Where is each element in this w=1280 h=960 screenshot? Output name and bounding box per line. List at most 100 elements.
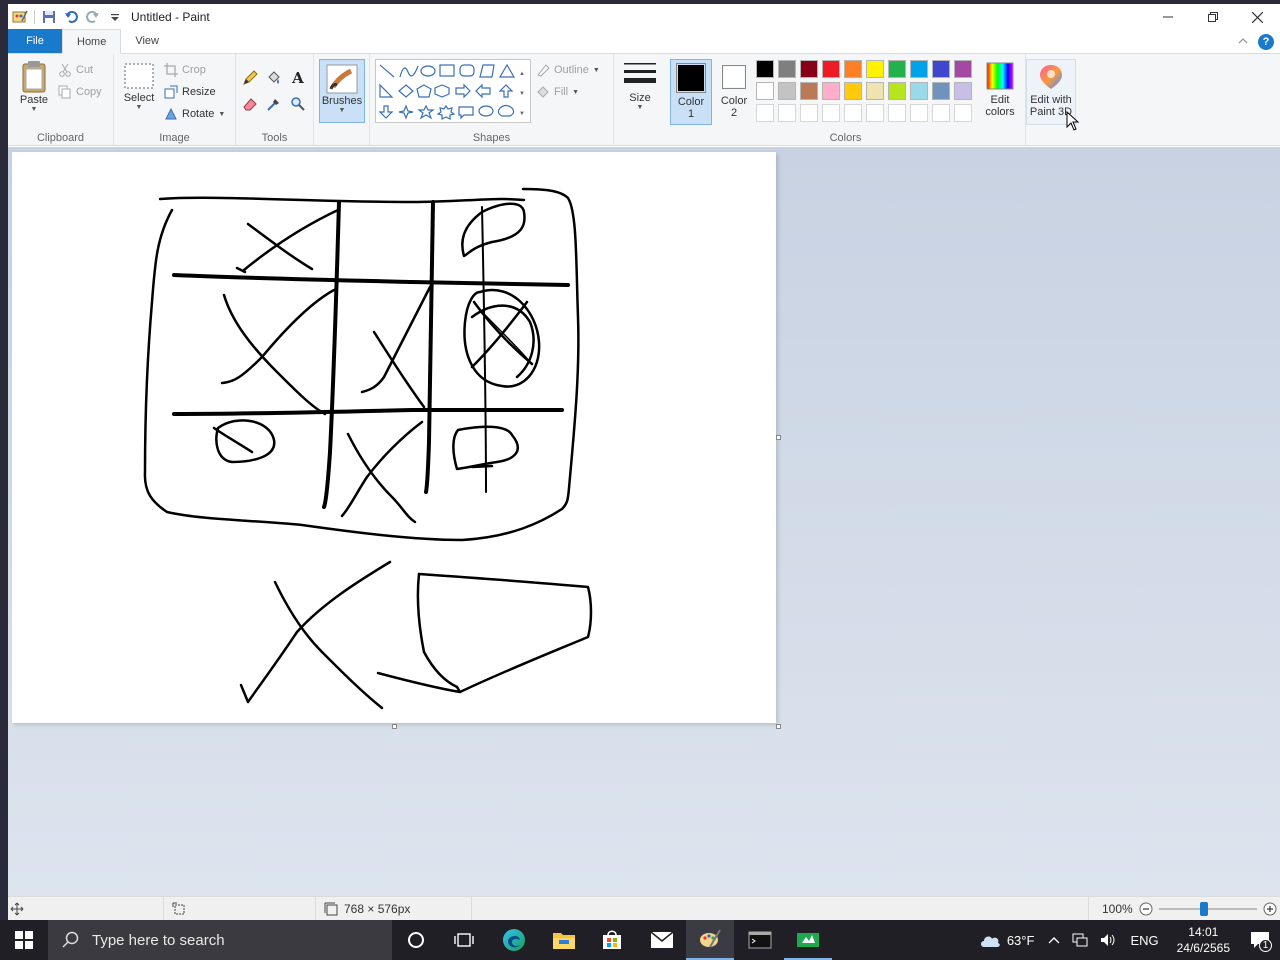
volume-icon[interactable]	[1100, 933, 1116, 947]
palette-swatch[interactable]	[778, 60, 796, 78]
palette-swatch[interactable]	[888, 82, 906, 100]
palette-swatch[interactable]	[954, 82, 972, 100]
palette-swatch-empty[interactable]	[822, 104, 840, 122]
tab-view[interactable]: View	[121, 29, 173, 53]
shapes-gallery[interactable]	[375, 59, 531, 123]
taskbar-store[interactable]	[588, 920, 636, 960]
color1-number: 1	[687, 108, 695, 120]
tab-file[interactable]: File	[8, 29, 62, 53]
rotate-button[interactable]: Rotate ▼	[164, 104, 225, 124]
palette-swatch[interactable]	[822, 82, 840, 100]
resize-handle-bottom[interactable]	[392, 724, 397, 729]
taskbar-edge[interactable]	[490, 920, 538, 960]
minimize-icon[interactable]	[1145, 4, 1190, 30]
palette-swatch[interactable]	[932, 82, 950, 100]
taskbar-paint[interactable]	[686, 920, 734, 960]
notification-center-button[interactable]: 1	[1240, 920, 1280, 960]
taskbar-app[interactable]	[784, 920, 832, 960]
palette-swatch-empty[interactable]	[910, 104, 928, 122]
palette-swatch[interactable]	[844, 60, 862, 78]
select-button[interactable]: Select ▼	[122, 62, 156, 111]
palette-swatch[interactable]	[910, 82, 928, 100]
edit-colors-button[interactable]: Edit colors	[978, 62, 1022, 118]
palette-swatch-empty[interactable]	[800, 104, 818, 122]
palette-swatch[interactable]	[800, 60, 818, 78]
stroke-x1b	[235, 208, 340, 274]
undo-icon[interactable]	[63, 9, 79, 25]
palette-swatch[interactable]	[800, 82, 818, 100]
palette-swatch-empty[interactable]	[844, 104, 862, 122]
eraser-icon[interactable]	[240, 94, 260, 114]
palette-swatch[interactable]	[888, 60, 906, 78]
paste-button[interactable]: Paste ▼	[18, 60, 50, 113]
palette-swatch[interactable]	[756, 82, 774, 100]
zoom-slider-thumb[interactable]	[1199, 902, 1208, 916]
save-icon[interactable]	[41, 9, 57, 25]
text-icon[interactable]: A	[288, 68, 308, 88]
weather-widget[interactable]: 63°F	[971, 932, 1043, 948]
zoom-slider[interactable]	[1158, 902, 1257, 916]
cortana-button[interactable]	[392, 920, 440, 960]
resize-handle-corner[interactable]	[776, 724, 781, 729]
palette-swatch-empty[interactable]	[866, 104, 884, 122]
zoom-out-icon[interactable]	[1139, 902, 1153, 916]
clock[interactable]: 14:01 24/6/2565	[1167, 924, 1240, 956]
palette-swatch[interactable]	[954, 60, 972, 78]
search-placeholder: Type here to search	[92, 931, 225, 949]
palette-swatch[interactable]	[866, 82, 884, 100]
close-icon[interactable]	[1235, 4, 1280, 30]
system-tray: 63°F ENG 14:01 24/6/2565 1	[971, 920, 1280, 960]
palette-swatch-empty[interactable]	[888, 104, 906, 122]
fill-button[interactable]: Fill ▼	[536, 82, 579, 102]
palette-swatch[interactable]	[844, 82, 862, 100]
palette-swatch-empty[interactable]	[756, 104, 774, 122]
brushes-button[interactable]: Brushes ▼	[319, 59, 365, 123]
stroke-o2-x2	[481, 311, 531, 363]
tools-group-label: Tools	[261, 132, 288, 144]
outline-button[interactable]: Outline ▼	[536, 60, 600, 80]
palette-swatch-empty[interactable]	[932, 104, 950, 122]
cut-button[interactable]: Cut	[58, 60, 93, 80]
redo-icon[interactable]	[85, 9, 101, 25]
palette-swatch[interactable]	[756, 60, 774, 78]
restore-icon[interactable]	[1190, 4, 1235, 30]
size-button[interactable]: Size ▼	[622, 60, 658, 111]
network-icon[interactable]	[1072, 933, 1088, 947]
palette-swatch[interactable]	[932, 60, 950, 78]
collapse-ribbon-icon[interactable]	[1238, 36, 1248, 48]
color2-button[interactable]: Color 2	[714, 62, 754, 119]
customize-toolbar-icon[interactable]	[107, 9, 123, 25]
tab-home[interactable]: Home	[62, 29, 122, 54]
window-controls	[1145, 4, 1280, 30]
taskbar-mail[interactable]	[638, 920, 686, 960]
shapes-gallery-scroll[interactable]: ▲ ▼ ▼	[519, 64, 525, 124]
palette-swatch[interactable]	[778, 82, 796, 100]
palette-swatch-empty[interactable]	[954, 104, 972, 122]
copy-button[interactable]: Copy	[58, 82, 102, 102]
pencil-icon[interactable]	[240, 68, 260, 88]
magnifier-icon[interactable]	[288, 94, 308, 114]
palette-swatch-empty[interactable]	[778, 104, 796, 122]
start-button[interactable]	[0, 920, 48, 960]
taskbar-file-explorer[interactable]	[540, 920, 588, 960]
palette-swatch[interactable]	[910, 60, 928, 78]
crop-button[interactable]: Crop	[164, 60, 206, 80]
resize-button[interactable]: Resize	[164, 82, 216, 102]
color-picker-icon[interactable]	[264, 94, 284, 114]
stroke-x1a	[246, 222, 314, 271]
zoom-in-icon[interactable]	[1263, 902, 1277, 916]
help-icon[interactable]: ?	[1258, 34, 1274, 50]
drawing-canvas[interactable]	[12, 152, 776, 723]
chevron-up-icon[interactable]	[1048, 935, 1060, 945]
language-indicator[interactable]: ENG	[1122, 933, 1166, 948]
task-view-button[interactable]	[440, 920, 488, 960]
taskbar-terminal[interactable]	[736, 920, 784, 960]
fill-bucket-icon[interactable]	[264, 68, 284, 88]
resize-handle-right[interactable]	[776, 435, 781, 440]
palette-swatch[interactable]	[866, 60, 884, 78]
palette-swatch[interactable]	[822, 60, 840, 78]
paint-app-icon[interactable]	[12, 9, 28, 25]
taskbar-search[interactable]: Type here to search	[48, 920, 392, 960]
edit-colors-label-2: colors	[985, 106, 1015, 118]
color1-button[interactable]: Color 1	[670, 59, 712, 125]
